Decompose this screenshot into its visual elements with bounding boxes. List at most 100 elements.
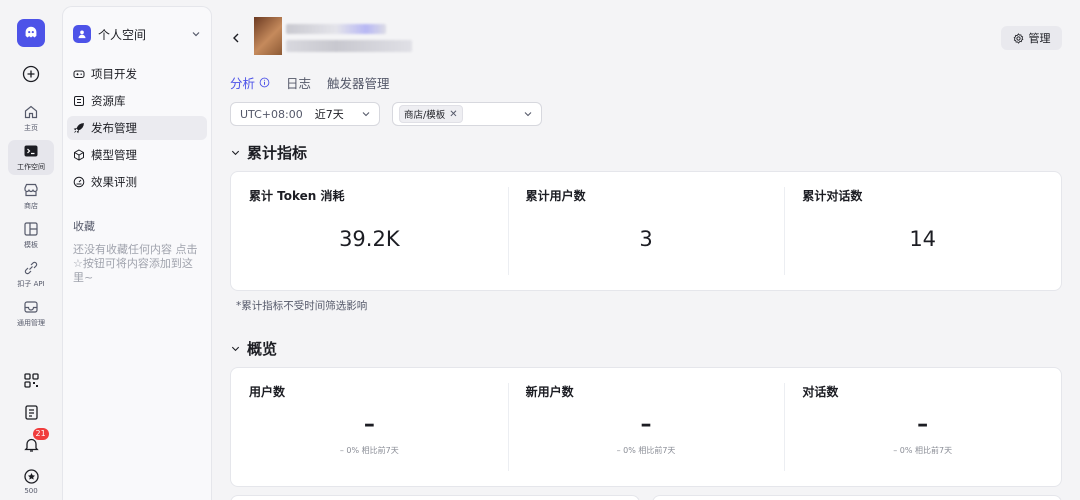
cumulative-metrics-card: 累计 Token 消耗 39.2K 累计用户数 3 累计对话数 14 xyxy=(230,171,1062,291)
rail-label: 商店 xyxy=(24,202,38,210)
app-logo[interactable] xyxy=(17,19,45,47)
time-range-select[interactable]: UTC+08:00 近7天 xyxy=(230,102,380,126)
document-icon[interactable] xyxy=(23,404,40,421)
tab-triggers[interactable]: 触发器管理 xyxy=(327,73,390,92)
sidebar-item-label: 发布管理 xyxy=(91,121,137,135)
terminal-icon xyxy=(24,145,38,157)
sidebar-item-label: 项目开发 xyxy=(91,67,137,81)
rail-tail-label: 500 xyxy=(24,487,38,495)
chart-card-partial xyxy=(652,495,1062,500)
sidebar-item-label: 资源库 xyxy=(91,94,126,108)
rail-item-api[interactable]: 扣子 API xyxy=(8,257,54,292)
chart-card-partial xyxy=(230,495,640,500)
sidebar-nav: 项目开发 资源库 发布管理 模型管理 效果评测 xyxy=(63,62,211,194)
sidebar-item-project-dev[interactable]: 项目开发 xyxy=(67,62,207,86)
cube-icon xyxy=(74,149,84,161)
metric-total-conversations: 累计对话数 14 xyxy=(784,172,1061,290)
range-value: 近7天 xyxy=(314,108,344,121)
info-icon[interactable] xyxy=(259,77,270,88)
metric-compare: – 0% 相比前7天 xyxy=(893,446,953,455)
tab-label: 日志 xyxy=(286,76,312,91)
overview-section-toggle[interactable]: 概览 xyxy=(230,338,277,359)
rail-label: 通用管理 xyxy=(17,319,45,327)
bot-description-redacted xyxy=(286,40,412,52)
metric-total-users: 累计用户数 3 xyxy=(507,172,785,290)
gear-icon xyxy=(1013,32,1023,44)
metric-label: 累计对话数 xyxy=(802,189,863,203)
tab-analysis[interactable]: 分析 xyxy=(230,73,270,92)
sidebar-item-label: 效果评测 xyxy=(91,175,137,189)
metric-value: 39.2K xyxy=(339,227,400,251)
metric-conversations: 对话数 – – 0% 相比前7天 xyxy=(784,368,1061,486)
sidebar-item-library[interactable]: 资源库 xyxy=(67,89,207,113)
rail-item-workspace[interactable]: 工作空间 xyxy=(8,140,54,175)
channel-tag-label: 商店/模板 xyxy=(404,110,446,121)
metric-value: – xyxy=(917,412,929,437)
channel-tag: 商店/模板 ✕ xyxy=(399,105,463,123)
tab-label: 触发器管理 xyxy=(327,76,390,91)
icon-rail: 主页 工作空间 商店 模板 扣子 API 通用管理 21 500 xyxy=(0,0,62,500)
manage-button[interactable]: 管理 xyxy=(1001,26,1062,50)
rail-item-store[interactable]: 商店 xyxy=(8,179,54,214)
favorites-title: 收藏 xyxy=(73,220,95,233)
notifications-button[interactable]: 21 xyxy=(23,428,49,453)
timezone-text: UTC+08:00 xyxy=(240,107,303,121)
sidebar-item-models[interactable]: 模型管理 xyxy=(67,143,207,167)
rocket-icon xyxy=(73,123,84,134)
star-badge-icon xyxy=(23,469,39,484)
bot-name-redacted xyxy=(286,24,386,34)
favorites-empty-text: 还没有收藏任何内容 点击☆按钮可将内容添加到这里~ xyxy=(73,243,198,284)
home-icon xyxy=(24,105,38,119)
notification-badge: 21 xyxy=(32,428,49,440)
space-switcher[interactable]: 个人空间 xyxy=(63,17,211,51)
metric-new-users: 新用户数 – – 0% 相比前7天 xyxy=(507,368,785,486)
rail-item-points[interactable]: 500 xyxy=(23,468,40,495)
metric-value: 14 xyxy=(909,227,937,251)
section-title: 概览 xyxy=(247,340,278,358)
workspace-sidebar: 个人空间 项目开发 资源库 发布管理 模型管理 效果评测 收藏 还没有收藏任何内… xyxy=(62,6,212,500)
gauge-icon xyxy=(73,176,85,188)
tab-logs[interactable]: 日志 xyxy=(286,73,311,92)
chevron-down-icon xyxy=(524,112,532,117)
user-icon xyxy=(73,25,91,43)
rail-item-general-admin[interactable]: 通用管理 xyxy=(8,296,54,331)
metric-value: – xyxy=(363,412,375,437)
layout-icon xyxy=(24,222,38,236)
main-content: 管理 分析 日志 触发器管理 UTC+08:00 近7天 商店/模板 ✕ 累计指… xyxy=(216,0,1080,500)
metric-label: 用户数 xyxy=(249,385,286,399)
cumulative-note: *累计指标不受时间筛选影响 xyxy=(236,300,368,312)
bot-avatar xyxy=(254,17,282,55)
chevron-down-icon xyxy=(362,112,370,117)
inbox-icon xyxy=(24,301,38,313)
chevron-down-icon xyxy=(231,346,240,352)
overview-metrics-card: 用户数 – – 0% 相比前7天 新用户数 – – 0% 相比前7天 对话数 –… xyxy=(230,367,1062,487)
grid-scan-icon[interactable] xyxy=(23,372,40,389)
link-icon xyxy=(24,261,38,275)
sidebar-item-evaluation[interactable]: 效果评测 xyxy=(67,170,207,194)
library-icon xyxy=(74,96,84,106)
manage-label: 管理 xyxy=(1028,32,1051,45)
metric-users: 用户数 – – 0% 相比前7天 xyxy=(231,368,508,486)
metric-value: 3 xyxy=(639,227,653,251)
metric-value: – xyxy=(640,412,652,437)
back-arrow-icon[interactable] xyxy=(230,30,242,46)
rail-label: 扣子 API xyxy=(17,280,45,288)
chevron-down-icon xyxy=(192,32,200,37)
rail-item-home[interactable]: 主页 xyxy=(8,101,54,136)
metric-label: 累计用户数 xyxy=(525,189,586,203)
metric-total-tokens: 累计 Token 消耗 39.2K xyxy=(231,172,508,290)
chevron-down-icon xyxy=(231,150,240,156)
cumulative-section-toggle[interactable]: 累计指标 xyxy=(230,142,307,163)
tabs: 分析 日志 触发器管理 xyxy=(230,73,390,92)
sidebar-item-publish[interactable]: 发布管理 xyxy=(67,116,207,140)
rail-item-template[interactable]: 模板 xyxy=(8,218,54,253)
rail-label: 模板 xyxy=(24,241,38,249)
metric-label: 新用户数 xyxy=(525,385,574,399)
channel-select[interactable]: 商店/模板 ✕ xyxy=(392,102,542,126)
tab-label: 分析 xyxy=(230,76,256,91)
create-plus-icon[interactable] xyxy=(22,65,40,83)
space-label: 个人空间 xyxy=(98,27,147,42)
metric-compare: – 0% 相比前7天 xyxy=(339,446,399,455)
sidebar-item-label: 模型管理 xyxy=(91,148,137,162)
close-icon[interactable]: ✕ xyxy=(449,109,457,120)
